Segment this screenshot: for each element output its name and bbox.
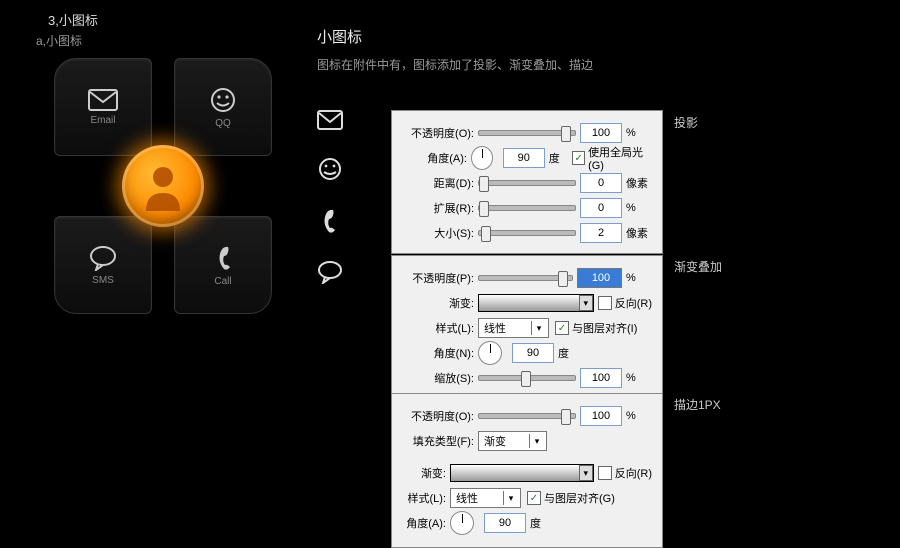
style-label: 样式(L): bbox=[402, 320, 478, 336]
opacity-label: 不透明度(O): bbox=[402, 408, 478, 424]
panel-overlay: 不透明度(P):% 渐变: ▾ 反向(R) 样式(L):线性▾ ✓与图层对齐(I) 角… bbox=[391, 255, 663, 399]
tag-shadow: 投影 bbox=[674, 114, 698, 131]
tag-overlay: 渐变叠加 bbox=[674, 258, 722, 275]
tag-stroke: 描边1PX bbox=[674, 396, 721, 413]
style-select[interactable]: 线性▾ bbox=[478, 318, 549, 338]
fill-label: 填充类型(F): bbox=[402, 433, 478, 449]
chevron-down-icon: ▾ bbox=[503, 491, 518, 505]
chevron-down-icon: ▾ bbox=[529, 434, 544, 448]
angle-input[interactable] bbox=[512, 343, 554, 363]
sms-icon bbox=[89, 245, 117, 271]
qq-icon bbox=[209, 86, 237, 114]
angle-label: 角度(A): bbox=[402, 515, 450, 531]
tile-sms[interactable]: SMS bbox=[54, 216, 152, 314]
section-title: 小图标 bbox=[317, 26, 362, 47]
panel-shadow: 不透明度(O):% 角度(A): 度✓使用全局光(G) 距离(D): 像素 扩展(R… bbox=[391, 110, 663, 254]
align-label: 与图层对齐(I) bbox=[572, 320, 637, 336]
global-light-label: 使用全局光(G) bbox=[588, 144, 652, 172]
tile-call[interactable]: Call bbox=[174, 216, 272, 314]
size-input[interactable] bbox=[580, 223, 622, 243]
unit: % bbox=[626, 202, 652, 214]
angle-input[interactable] bbox=[503, 148, 545, 168]
opacity-slider[interactable] bbox=[478, 130, 576, 136]
spread-slider[interactable] bbox=[478, 205, 576, 211]
opacity-label: 不透明度(P): bbox=[402, 270, 478, 286]
distance-slider[interactable] bbox=[478, 180, 576, 186]
gradient-picker[interactable]: ▾ bbox=[478, 294, 594, 312]
tile-label: QQ bbox=[215, 118, 231, 129]
tile-email[interactable]: Email bbox=[54, 58, 152, 156]
opacity-label: 不透明度(O): bbox=[402, 125, 478, 141]
size-label: 大小(S): bbox=[402, 225, 478, 241]
section-desc: 图标在附件中有，图标添加了投影、渐变叠加、描边 bbox=[317, 56, 593, 73]
size-slider[interactable] bbox=[478, 230, 576, 236]
distance-input[interactable] bbox=[580, 173, 622, 193]
email-icon bbox=[317, 110, 343, 130]
chevron-down-icon[interactable]: ▾ bbox=[579, 465, 593, 481]
distance-label: 距离(D): bbox=[402, 175, 478, 191]
style-select[interactable]: 线性▾ bbox=[450, 488, 521, 508]
reverse-checkbox[interactable] bbox=[598, 296, 612, 310]
scale-label: 缩放(S): bbox=[402, 370, 478, 386]
unit: % bbox=[626, 127, 652, 139]
unit: % bbox=[626, 372, 652, 384]
unit: 度 bbox=[558, 345, 584, 361]
angle-dial[interactable] bbox=[471, 146, 493, 170]
reverse-label: 反向(R) bbox=[615, 295, 652, 311]
avatar-center[interactable] bbox=[122, 145, 204, 227]
tile-qq[interactable]: QQ bbox=[174, 58, 272, 156]
unit: % bbox=[626, 272, 652, 284]
unit: % bbox=[626, 410, 652, 422]
opacity-input[interactable] bbox=[580, 123, 622, 143]
opacity-slider[interactable] bbox=[478, 275, 573, 281]
chevron-down-icon[interactable]: ▾ bbox=[579, 295, 593, 311]
tile-label: Call bbox=[214, 276, 231, 287]
page-heading: 3,小图标 bbox=[48, 10, 98, 29]
angle-input[interactable] bbox=[484, 513, 526, 533]
scale-input[interactable] bbox=[580, 368, 622, 388]
unit: 像素 bbox=[626, 225, 652, 241]
opacity-slider[interactable] bbox=[478, 413, 576, 419]
gradient-picker[interactable]: ▾ bbox=[450, 464, 594, 482]
qq-icon bbox=[317, 156, 343, 182]
reverse-label: 反向(R) bbox=[615, 465, 652, 481]
icon-pad: Email QQ SMS Call bbox=[54, 58, 274, 313]
call-icon bbox=[210, 244, 236, 272]
tile-label: SMS bbox=[92, 275, 114, 286]
gradient-label: 渐变: bbox=[402, 295, 478, 311]
fill-select[interactable]: 渐变▾ bbox=[478, 431, 547, 451]
person-icon bbox=[140, 161, 186, 211]
style-label: 样式(L): bbox=[402, 490, 450, 506]
unit: 度 bbox=[549, 150, 572, 166]
align-checkbox[interactable]: ✓ bbox=[527, 491, 541, 505]
icon-column bbox=[317, 110, 343, 284]
unit: 度 bbox=[530, 515, 556, 531]
angle-label: 角度(A): bbox=[402, 150, 471, 166]
email-icon bbox=[88, 89, 118, 111]
spread-input[interactable] bbox=[580, 198, 622, 218]
align-checkbox[interactable]: ✓ bbox=[555, 321, 569, 335]
gradient-label: 渐变: bbox=[402, 465, 450, 481]
opacity-input[interactable] bbox=[580, 406, 622, 426]
spread-label: 扩展(R): bbox=[402, 200, 478, 216]
sms-icon bbox=[317, 260, 343, 284]
opacity-input[interactable] bbox=[577, 268, 622, 288]
align-label: 与图层对齐(G) bbox=[544, 490, 615, 506]
scale-slider[interactable] bbox=[478, 375, 576, 381]
call-icon bbox=[317, 208, 339, 234]
chevron-down-icon: ▾ bbox=[531, 321, 546, 335]
page-subheading: a,小图标 bbox=[36, 32, 82, 49]
panel-stroke: 不透明度(O):% 填充类型(F):渐变▾ 渐变: ▾ 反向(R) 样式(L):线性… bbox=[391, 393, 663, 548]
global-light-checkbox[interactable]: ✓ bbox=[572, 151, 585, 165]
unit: 像素 bbox=[626, 175, 652, 191]
reverse-checkbox[interactable] bbox=[598, 466, 612, 480]
angle-dial[interactable] bbox=[478, 341, 502, 365]
angle-dial[interactable] bbox=[450, 511, 474, 535]
angle-label: 角度(N): bbox=[402, 345, 478, 361]
tile-label: Email bbox=[90, 115, 115, 126]
